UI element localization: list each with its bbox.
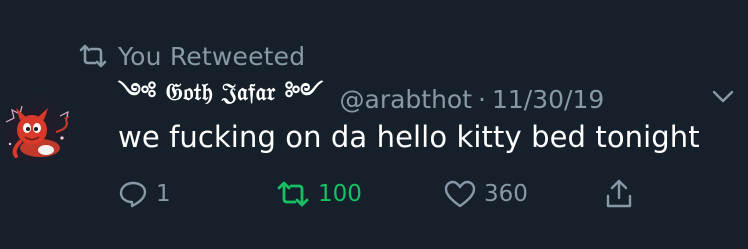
tweet[interactable]: You Retweeted ༺ 𝔊𝔬𝔱𝔥 𝔍𝔞𝔣𝔞𝔯 ༻ @arabthot ·…	[0, 0, 748, 249]
tweet-header: ༺ 𝔊𝔬𝔱𝔥 𝔍𝔞𝔣𝔞𝔯 ༻ @arabthot · 11/30/19	[118, 76, 604, 118]
retweet-icon	[79, 44, 107, 68]
avatar[interactable]	[0, 92, 78, 170]
retweet-count: 100	[318, 181, 362, 207]
reply-count: 1	[156, 181, 171, 207]
share-icon	[606, 179, 632, 208]
tweet-text: we fucking on da hello kitty bed tonight	[118, 120, 700, 154]
like-count: 360	[484, 181, 528, 207]
ornament-left: ༺	[118, 76, 166, 106]
tweet-date[interactable]: 11/30/19	[492, 85, 604, 114]
chevron-down-icon[interactable]	[708, 84, 738, 108]
retweet-button[interactable]: 100	[276, 176, 362, 212]
hot-stuff-devil-avatar	[5, 105, 70, 158]
reply-button[interactable]: 1	[118, 176, 171, 212]
heart-icon	[444, 180, 476, 208]
share-button[interactable]	[604, 176, 634, 212]
ornament-right: ༻	[275, 76, 324, 106]
author-handle[interactable]: @arabthot	[340, 85, 473, 114]
retweet-icon	[277, 181, 309, 207]
tweet-actions: 1 100 360	[118, 176, 658, 212]
separator-dot: ·	[478, 84, 486, 114]
reply-icon	[119, 181, 147, 208]
like-button[interactable]: 360	[444, 176, 528, 212]
